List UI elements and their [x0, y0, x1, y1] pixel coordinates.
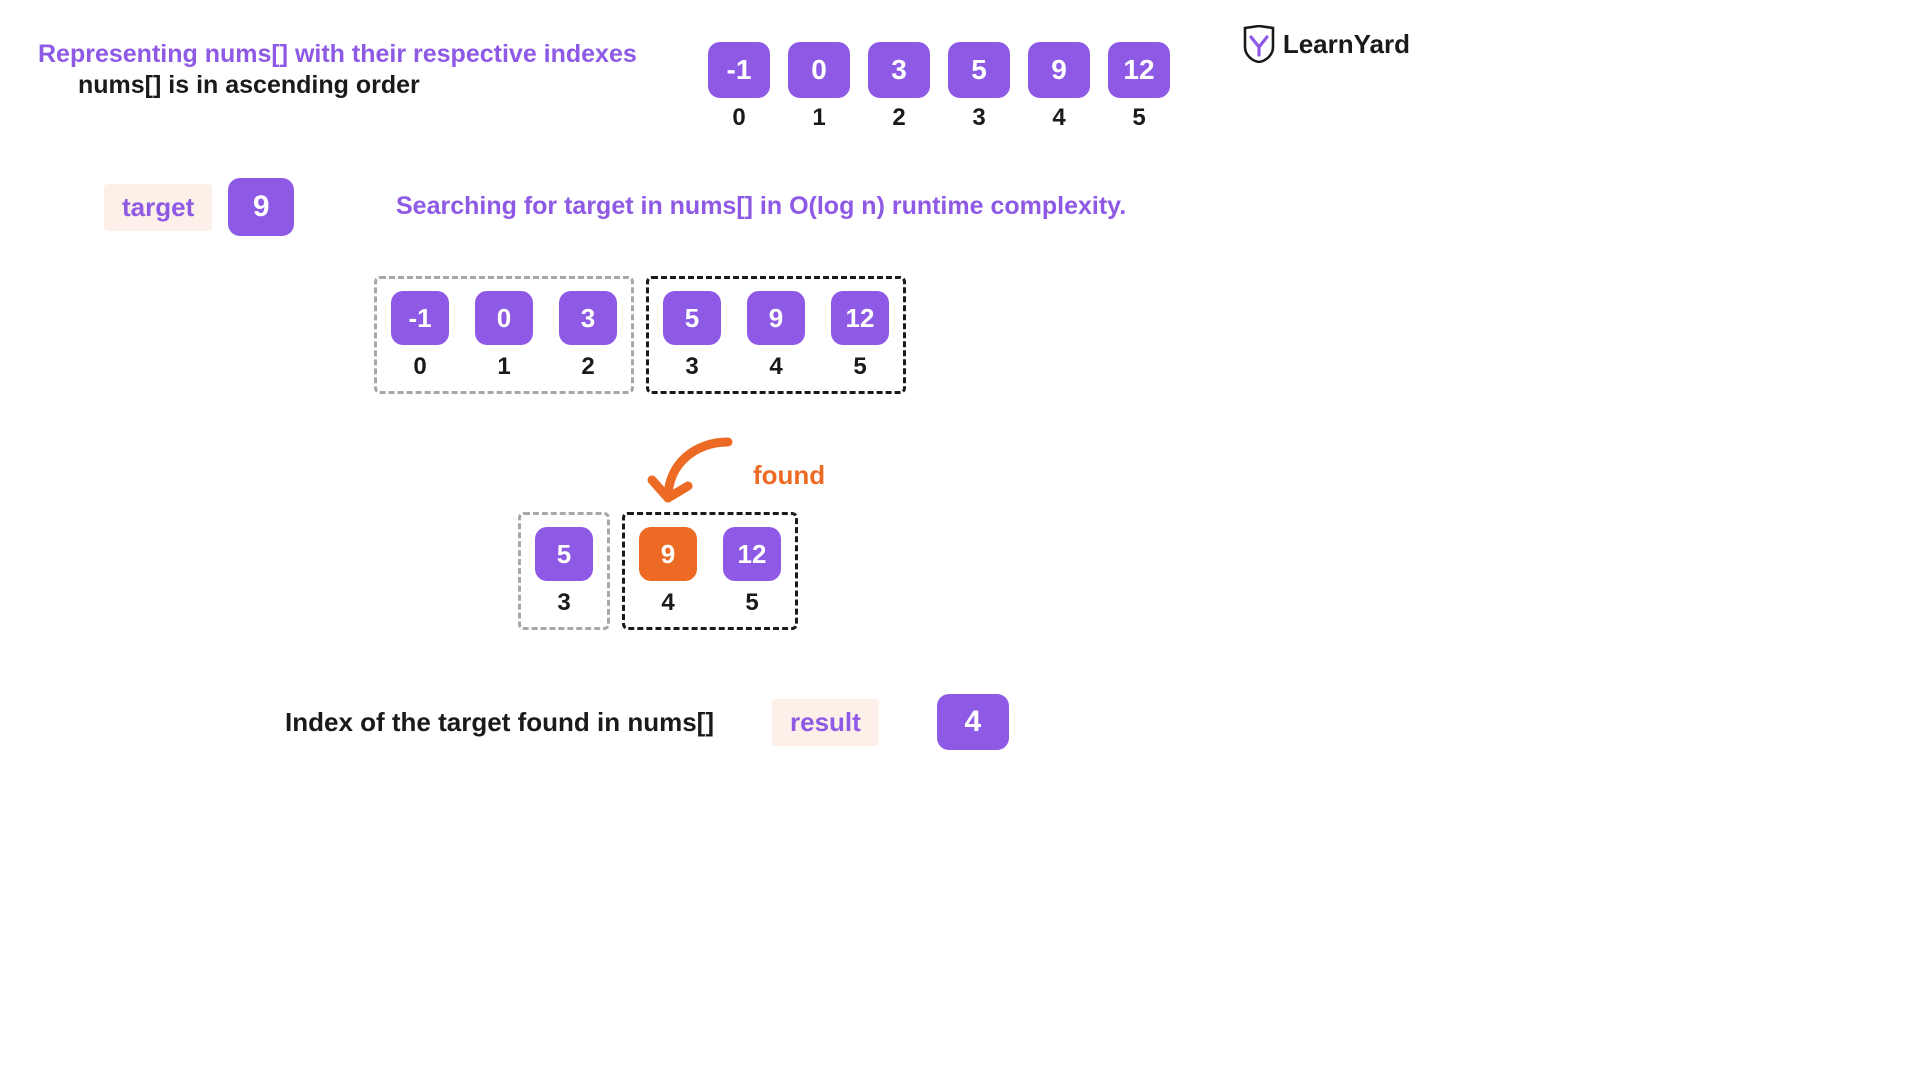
- nums-value: 5: [948, 42, 1010, 98]
- nums-index: 2: [892, 104, 905, 132]
- cell-value: 5: [663, 291, 721, 345]
- discarded-half: 5 3: [518, 512, 610, 630]
- brand-logo: LearnYard: [1241, 25, 1410, 63]
- cell-value: 5: [535, 527, 593, 581]
- step1-item: 12 5: [831, 291, 889, 381]
- cell-value: 3: [559, 291, 617, 345]
- step2-item: 12 5: [723, 527, 781, 617]
- step2-item: 5 3: [535, 527, 593, 617]
- cell-index: 1: [497, 353, 510, 381]
- cell-index: 5: [745, 589, 758, 617]
- nums-item: 12 5: [1108, 42, 1170, 132]
- step1-item: -1 0: [391, 291, 449, 381]
- brand-name: LearnYard: [1283, 29, 1410, 60]
- nums-value: 3: [868, 42, 930, 98]
- target-value: 9: [228, 178, 294, 236]
- nums-item: 9 4: [1028, 42, 1090, 132]
- step2-item: 9 4: [639, 527, 697, 617]
- nums-index: 4: [1052, 104, 1065, 132]
- cell-index: 4: [769, 353, 782, 381]
- step1-item: 9 4: [747, 291, 805, 381]
- nums-index: 3: [972, 104, 985, 132]
- found-cell: 9: [639, 527, 697, 581]
- discarded-half: -1 0 0 1 3 2: [374, 276, 634, 394]
- nums-item: 0 1: [788, 42, 850, 132]
- nums-item: -1 0: [708, 42, 770, 132]
- cell-value: 12: [831, 291, 889, 345]
- cell-index: 4: [661, 589, 674, 617]
- result-label: result: [772, 699, 879, 746]
- step1-item: 3 2: [559, 291, 617, 381]
- selected-half: 9 4 12 5: [622, 512, 798, 630]
- cell-value: -1: [391, 291, 449, 345]
- step1-item: 5 3: [663, 291, 721, 381]
- nums-value: -1: [708, 42, 770, 98]
- split-step-1: -1 0 0 1 3 2 5 3 9 4 12 5: [374, 276, 906, 394]
- cell-value: 0: [475, 291, 533, 345]
- nums-array: -1 0 0 1 3 2 5 3 9 4 12 5: [708, 42, 1170, 132]
- step1-item: 0 1: [475, 291, 533, 381]
- split-step-2: 5 3 9 4 12 5: [518, 512, 798, 630]
- nums-item: 3 2: [868, 42, 930, 132]
- found-label: found: [753, 460, 825, 491]
- result-row: Index of the target found in nums[] resu…: [285, 694, 1009, 750]
- cell-index: 5: [853, 353, 866, 381]
- selected-half: 5 3 9 4 12 5: [646, 276, 906, 394]
- nums-item: 5 3: [948, 42, 1010, 132]
- cell-index: 3: [557, 589, 570, 617]
- heading-line2: nums[] is in ascending order: [78, 71, 637, 100]
- cell-value: 9: [747, 291, 805, 345]
- heading-line1: Representing nums[] with their respectiv…: [38, 40, 637, 69]
- result-value: 4: [937, 694, 1009, 750]
- nums-index: 0: [732, 104, 745, 132]
- shield-y-icon: [1241, 25, 1277, 63]
- cell-index: 0: [413, 353, 426, 381]
- cell-index: 3: [685, 353, 698, 381]
- target-label: target: [104, 184, 212, 231]
- result-description: Index of the target found in nums[]: [285, 707, 714, 738]
- nums-value: 12: [1108, 42, 1170, 98]
- cell-index: 2: [581, 353, 594, 381]
- nums-index: 1: [812, 104, 825, 132]
- target-row: target 9: [104, 178, 294, 236]
- cell-value: 12: [723, 527, 781, 581]
- nums-value: 9: [1028, 42, 1090, 98]
- heading-block: Representing nums[] with their respectiv…: [38, 40, 637, 100]
- nums-index: 5: [1132, 104, 1145, 132]
- nums-value: 0: [788, 42, 850, 98]
- search-description: Searching for target in nums[] in O(log …: [396, 192, 1126, 221]
